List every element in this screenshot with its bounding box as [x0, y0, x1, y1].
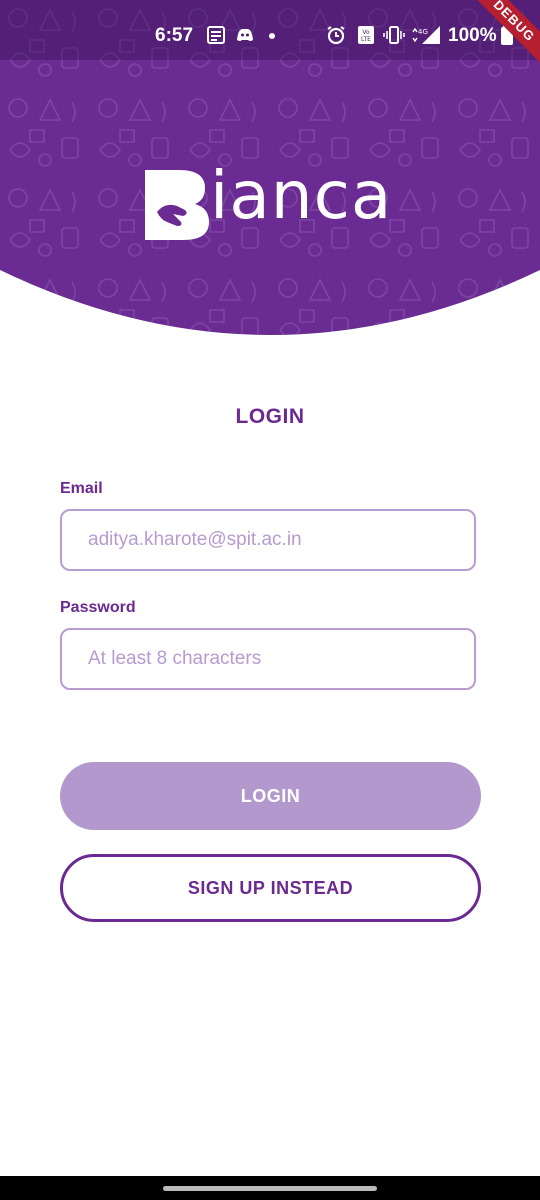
bianca-logo: B ianca [140, 157, 402, 245]
password-label: Password [60, 599, 136, 616]
status-time: 6:57 [155, 25, 194, 46]
login-title: LOGIN [235, 405, 305, 428]
battery-percent: 100% [448, 25, 497, 46]
email-label: Email [60, 480, 103, 497]
vibrate-icon [383, 26, 405, 44]
logo-text: ianca [210, 157, 393, 234]
system-nav-bar [0, 1176, 540, 1200]
svg-text:Vo: Vo [362, 29, 370, 36]
news-icon [207, 26, 225, 44]
dot-icon [269, 33, 275, 39]
signal-icon [422, 26, 440, 44]
status-bar: 6:57 Vo LTE 4G 100% [0, 0, 540, 60]
discord-icon [237, 29, 253, 41]
volte-icon: Vo LTE [358, 26, 374, 44]
home-gesture-handle[interactable] [163, 1186, 377, 1191]
app-header: 6:57 Vo LTE 4G 100% DEBUG ianca [0, 0, 540, 345]
logo-b-mark: B [145, 170, 209, 240]
login-button[interactable]: LOGIN [60, 762, 481, 830]
svg-text:LTE: LTE [361, 36, 371, 43]
email-field[interactable] [60, 509, 476, 571]
alarm-icon [327, 26, 345, 45]
sign-up-button[interactable]: SIGN UP INSTEAD [60, 854, 481, 922]
password-field[interactable] [60, 628, 476, 690]
